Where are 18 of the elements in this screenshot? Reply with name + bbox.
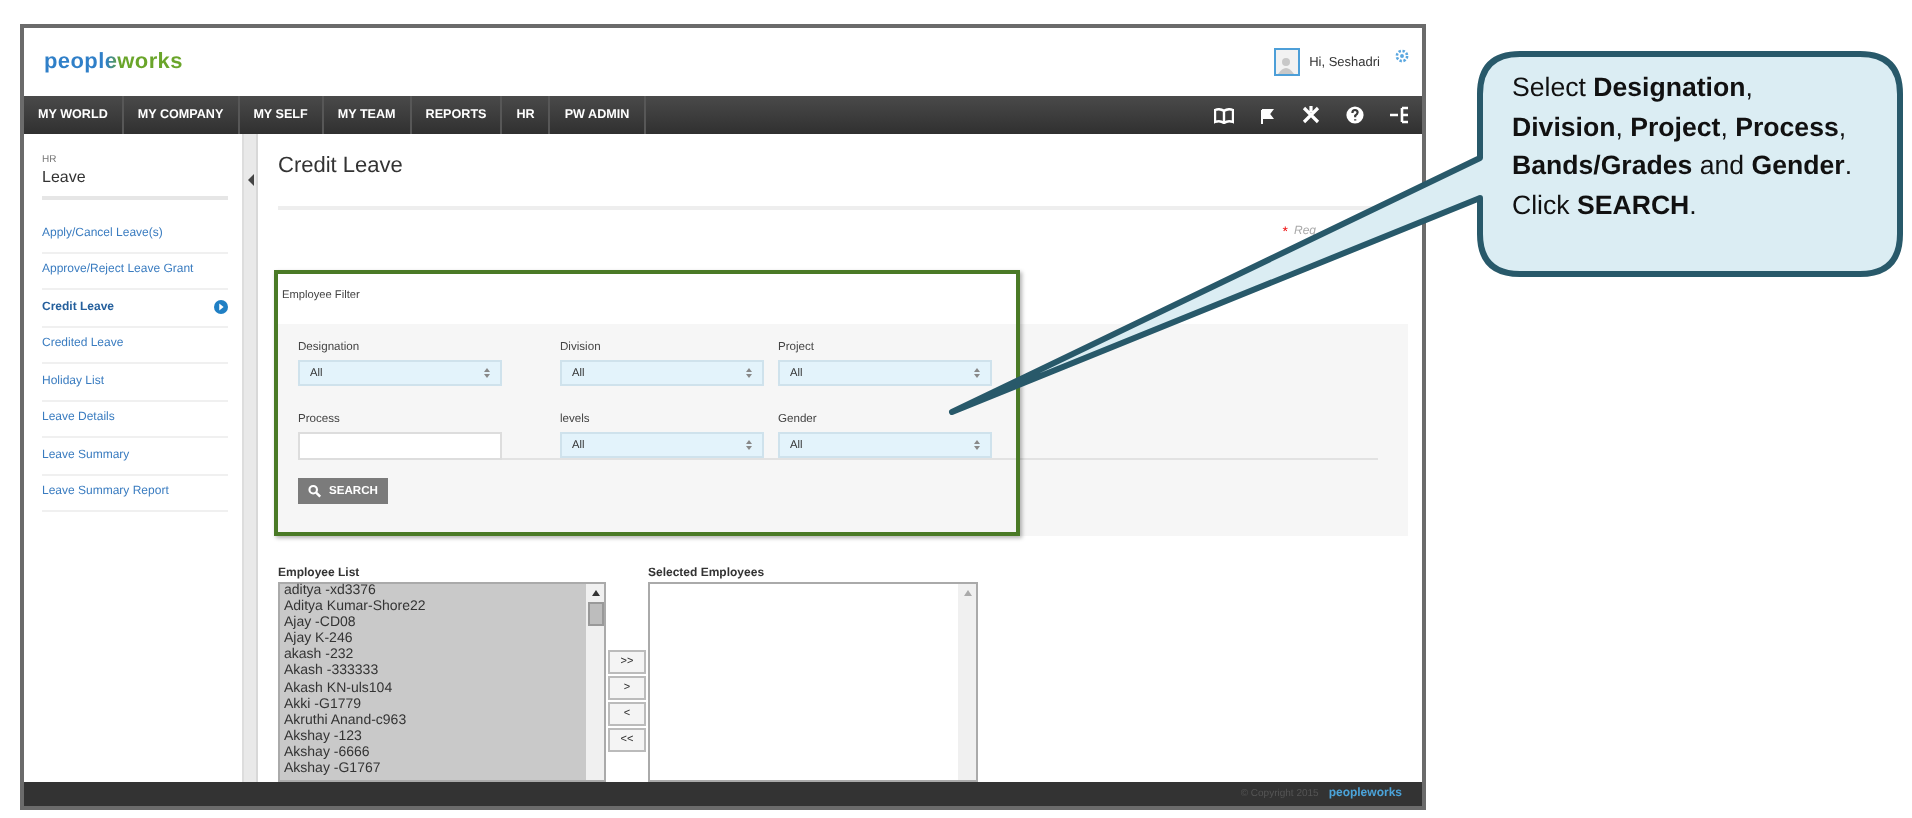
page-title: Credit Leave [278, 154, 403, 178]
scrollbar[interactable] [958, 584, 976, 780]
tools-icon[interactable] [1302, 106, 1320, 124]
settings-icon[interactable] [1394, 48, 1410, 64]
book-icon[interactable] [1214, 107, 1234, 123]
arrow-circle-icon [214, 300, 228, 315]
scrollbar[interactable] [586, 584, 604, 780]
search-icon [308, 484, 322, 498]
help-icon[interactable] [1346, 106, 1364, 124]
sidebar-title: Leave [42, 168, 88, 186]
collapse-handle[interactable] [244, 134, 258, 782]
logo[interactable]: peopleworks [44, 50, 183, 74]
avatar-icon[interactable] [1273, 48, 1300, 76]
selected-listbox[interactable] [648, 582, 978, 782]
input-field[interactable] [298, 432, 502, 460]
callout-text: Select Designation, Division, Project, Process, Bands/Grades and Gender. Click SEARCH. [1512, 70, 1855, 223]
logout-icon[interactable] [1390, 106, 1410, 124]
flag-icon[interactable] [1260, 107, 1276, 123]
